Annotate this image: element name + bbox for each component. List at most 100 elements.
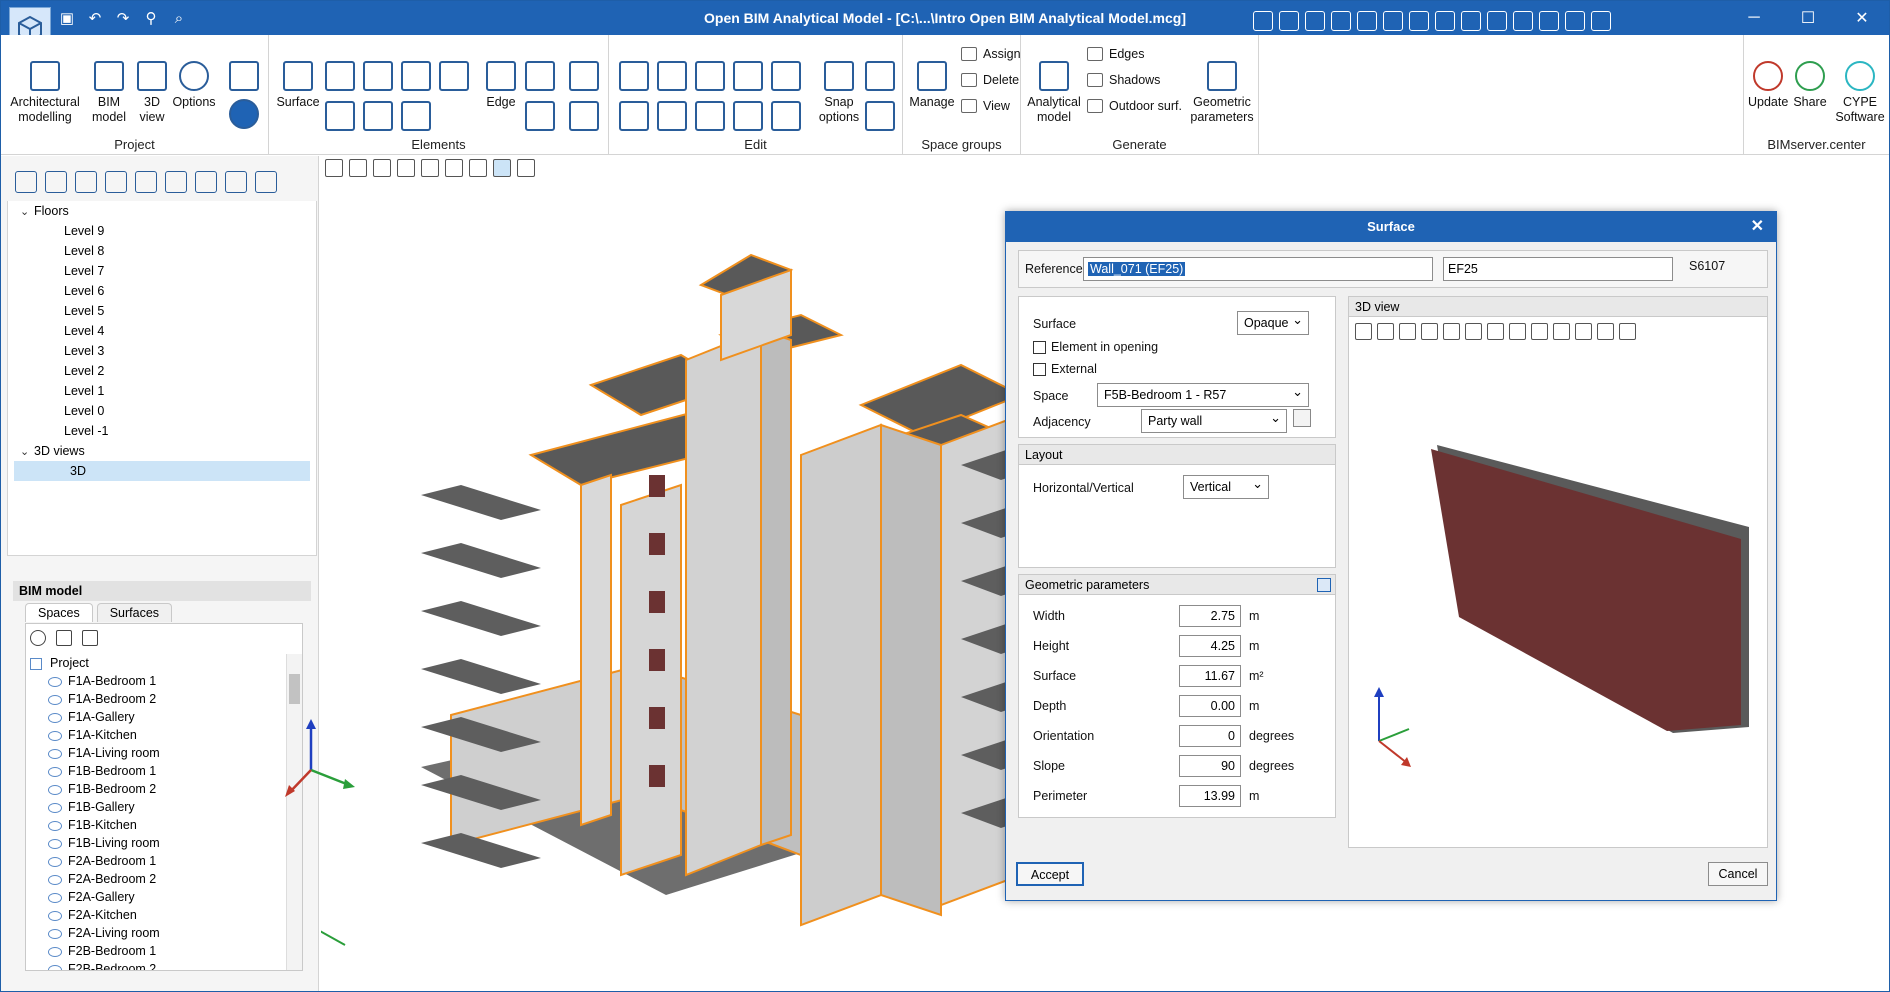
- filter-icon[interactable]: [421, 159, 439, 177]
- tree-node-floors[interactable]: ⌄ Floors: [8, 201, 316, 221]
- list-item[interactable]: F2A-Bedroom 1: [26, 852, 302, 870]
- layers-icon[interactable]: [1409, 11, 1429, 31]
- share-button[interactable]: Share: [1790, 61, 1830, 110]
- tools-icon[interactable]: [1565, 11, 1585, 31]
- list-item[interactable]: F2A-Gallery: [26, 888, 302, 906]
- tree-item-floor[interactable]: Level 6: [8, 281, 316, 301]
- pan-icon[interactable]: [1357, 11, 1377, 31]
- element-tool-10-icon[interactable]: [569, 61, 599, 91]
- cube-icon[interactable]: [469, 159, 487, 177]
- view-eye-icon[interactable]: [493, 159, 511, 177]
- tree-item-floor[interactable]: Level 2: [8, 361, 316, 381]
- outdoor-surf-button[interactable]: Outdoor surf.: [1087, 93, 1182, 119]
- tab-surfaces[interactable]: Surfaces: [96, 603, 173, 622]
- comment-icon[interactable]: [1539, 11, 1559, 31]
- shadows-button[interactable]: Shadows: [1087, 67, 1182, 93]
- param-value-input[interactable]: 11.67: [1179, 665, 1241, 687]
- edges-button[interactable]: Edges: [1087, 41, 1182, 67]
- grid-icon[interactable]: [445, 159, 463, 177]
- calculator-icon[interactable]: [1317, 578, 1331, 592]
- element-tool-3-icon[interactable]: [401, 61, 431, 91]
- list-item[interactable]: F2A-Kitchen: [26, 906, 302, 924]
- list-item[interactable]: F2A-Bedroom 2: [26, 870, 302, 888]
- view-button[interactable]: View: [961, 93, 1021, 119]
- 3d-icon[interactable]: [517, 159, 535, 177]
- tree-item-floor[interactable]: Level 5: [8, 301, 316, 321]
- list-item[interactable]: F1B-Bedroom 1: [26, 762, 302, 780]
- align-icon[interactable]: [771, 61, 801, 91]
- bim-model-button[interactable]: BIM model: [87, 61, 131, 125]
- options-button[interactable]: Options: [171, 61, 217, 110]
- param-value-input[interactable]: 13.99: [1179, 785, 1241, 807]
- list-item[interactable]: F2B-Bedroom 1: [26, 942, 302, 960]
- param-value-input[interactable]: 0.00: [1179, 695, 1241, 717]
- hierarchy-icon[interactable]: [229, 61, 259, 91]
- tree-item-floor[interactable]: Level 1: [8, 381, 316, 401]
- list-item[interactable]: F1B-Kitchen: [26, 816, 302, 834]
- tree-root-project[interactable]: Project: [26, 654, 302, 672]
- clock-icon[interactable]: [1513, 11, 1533, 31]
- list-item[interactable]: F1A-Kitchen: [26, 726, 302, 744]
- space-select[interactable]: F5B-Bedroom 1 - R57: [1097, 381, 1309, 407]
- section-icon[interactable]: [397, 159, 415, 177]
- delete-floor-icon[interactable]: [105, 171, 127, 193]
- tree-item-floor[interactable]: Level 7: [8, 261, 316, 281]
- copy-icon[interactable]: [733, 61, 763, 91]
- element-tool-6-icon[interactable]: [363, 101, 393, 131]
- element-tool-7-icon[interactable]: [401, 101, 431, 131]
- eye-icon[interactable]: [349, 159, 367, 177]
- zoom-all-icon[interactable]: [1279, 11, 1299, 31]
- analytical-model-button[interactable]: Analytical model: [1023, 61, 1085, 125]
- add-floor-icon[interactable]: [15, 171, 37, 193]
- list-item[interactable]: F1A-Gallery: [26, 708, 302, 726]
- element-in-opening-checkbox[interactable]: [1033, 341, 1046, 354]
- tree-item-floor[interactable]: Level 0: [8, 401, 316, 421]
- tree-item-floor[interactable]: Level 4: [8, 321, 316, 341]
- tree-item-floor[interactable]: Level 9: [8, 221, 316, 241]
- update-button[interactable]: Update: [1748, 61, 1788, 110]
- manage-button[interactable]: Manage: [907, 61, 957, 110]
- element-tool-11-icon[interactable]: [569, 101, 599, 131]
- cancel-button[interactable]: Cancel: [1708, 862, 1768, 886]
- move-copy-icon[interactable]: [657, 101, 687, 131]
- eye-icon[interactable]: [865, 61, 895, 91]
- element-tool-5-icon[interactable]: [325, 101, 355, 131]
- mirror-icon[interactable]: [695, 61, 725, 91]
- edit-adjacency-icon[interactable]: [1293, 409, 1311, 427]
- param-value-input[interactable]: 4.25: [1179, 635, 1241, 657]
- book-icon[interactable]: [225, 171, 247, 193]
- element-tool-2-icon[interactable]: [363, 61, 393, 91]
- list-item[interactable]: F2B-Bedroom 2: [26, 960, 302, 970]
- maximize-button[interactable]: ☐: [1781, 1, 1835, 35]
- scrollbar-thumb[interactable]: [289, 674, 300, 704]
- list-item[interactable]: F1B-Living room: [26, 834, 302, 852]
- geometric-parameters-button[interactable]: Geometric parameters: [1189, 61, 1255, 125]
- refresh-icon[interactable]: [1331, 11, 1351, 31]
- surface-type-select[interactable]: Opaque: [1237, 309, 1309, 335]
- search-icon[interactable]: [30, 630, 46, 646]
- param-value-input[interactable]: 90: [1179, 755, 1241, 777]
- magnet-icon[interactable]: [1435, 11, 1455, 31]
- surface-3d-view[interactable]: 3D view: [1348, 296, 1768, 848]
- element-tool-9-icon[interactable]: [525, 101, 555, 131]
- tree-item-floor[interactable]: Level 8: [8, 241, 316, 261]
- stretch-icon[interactable]: [733, 101, 763, 131]
- expand-all-icon[interactable]: [56, 630, 72, 646]
- architectural-modelling-button[interactable]: Architectural modelling: [7, 61, 83, 125]
- element-tool-8-icon[interactable]: [525, 61, 555, 91]
- zoom-window-icon[interactable]: [1305, 11, 1325, 31]
- minimize-button[interactable]: ─: [1727, 1, 1781, 35]
- list-item[interactable]: F1A-Living room: [26, 744, 302, 762]
- axes-icon[interactable]: [325, 159, 343, 177]
- camera-edit-icon[interactable]: [195, 171, 217, 193]
- list-item[interactable]: F2A-Living room: [26, 924, 302, 942]
- pencil-icon[interactable]: [619, 61, 649, 91]
- reference-input[interactable]: Wall_071 (EF25): [1083, 257, 1433, 281]
- edge-button[interactable]: Edge: [479, 61, 523, 110]
- level-icon[interactable]: [135, 171, 157, 193]
- code-input[interactable]: EF25: [1443, 257, 1673, 281]
- tree-node-3d-views[interactable]: ⌄ 3D views: [8, 441, 316, 461]
- tree-item-floor[interactable]: Level -1: [8, 421, 316, 441]
- orbit-icon[interactable]: [373, 159, 391, 177]
- adjacency-select[interactable]: Party wall: [1141, 407, 1287, 433]
